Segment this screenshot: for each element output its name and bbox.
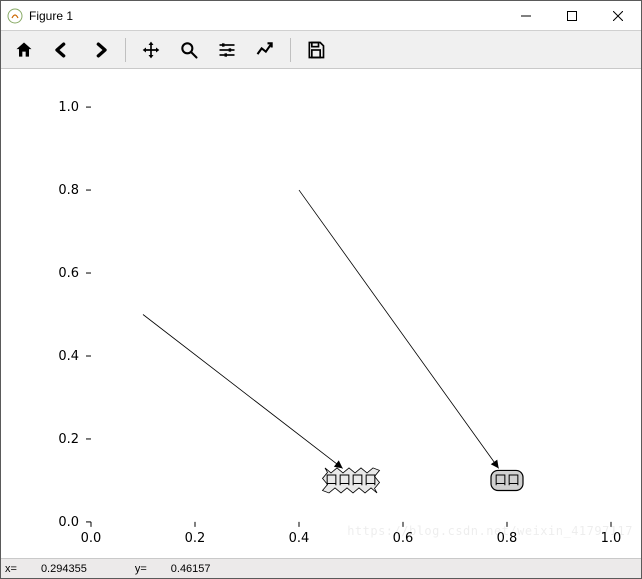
back-button[interactable] — [44, 34, 80, 66]
pan-button[interactable] — [133, 34, 169, 66]
svg-text:1.0: 1.0 — [601, 531, 622, 546]
svg-text:0.0: 0.0 — [58, 515, 79, 530]
forward-button[interactable] — [82, 34, 118, 66]
window-controls — [503, 1, 641, 30]
save-button[interactable] — [298, 34, 334, 66]
plot-canvas[interactable]: 0.00.20.40.60.81.00.00.20.40.60.81.0口口口口… — [1, 69, 641, 558]
toolbar-separator — [125, 38, 126, 62]
svg-text:0.8: 0.8 — [497, 531, 518, 546]
svg-text:口口: 口口 — [494, 473, 520, 488]
app-icon — [7, 8, 23, 24]
home-button[interactable] — [6, 34, 42, 66]
svg-text:0.6: 0.6 — [58, 266, 79, 281]
close-button[interactable] — [595, 1, 641, 30]
toolbar — [1, 31, 641, 69]
svg-text:0.2: 0.2 — [185, 531, 206, 546]
status-bar: x=0.294355 y=0.46157 — [1, 558, 641, 578]
svg-text:0.4: 0.4 — [58, 349, 79, 364]
status-x: x=0.294355 — [5, 563, 111, 575]
minimize-button[interactable] — [503, 1, 549, 30]
configure-button[interactable] — [209, 34, 245, 66]
svg-text:0.2: 0.2 — [58, 432, 79, 447]
svg-text:0.8: 0.8 — [58, 183, 79, 198]
svg-text:0.0: 0.0 — [81, 531, 102, 546]
svg-text:0.4: 0.4 — [289, 531, 310, 546]
maximize-button[interactable] — [549, 1, 595, 30]
svg-text:口口口口: 口口口口 — [325, 473, 377, 488]
zoom-button[interactable] — [171, 34, 207, 66]
edit-axis-button[interactable] — [247, 34, 283, 66]
title-bar: Figure 1 — [1, 1, 641, 31]
window-title: Figure 1 — [29, 9, 503, 23]
svg-text:0.6: 0.6 — [393, 531, 414, 546]
svg-text:1.0: 1.0 — [58, 100, 79, 115]
toolbar-separator — [290, 38, 291, 62]
status-y: y=0.46157 — [135, 563, 235, 575]
